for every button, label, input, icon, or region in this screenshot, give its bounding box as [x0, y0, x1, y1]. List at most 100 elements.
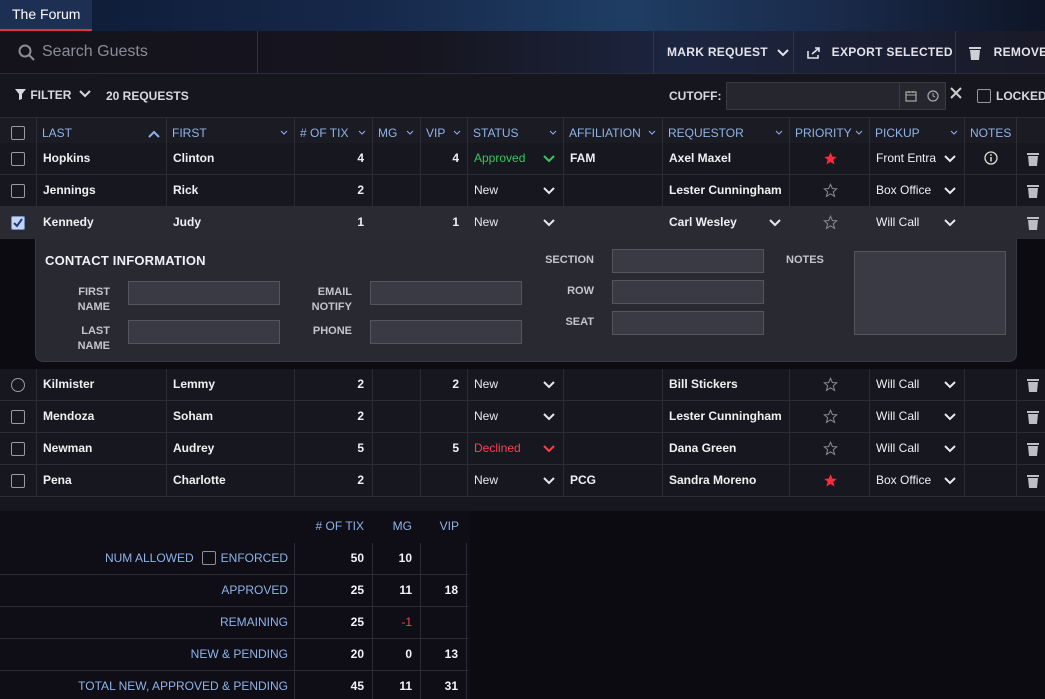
cell-affiliation[interactable]: [563, 433, 662, 464]
seat-field[interactable]: [612, 311, 764, 335]
cell-notes[interactable]: [964, 143, 1016, 174]
cell-notes[interactable]: [964, 465, 1016, 496]
cell-affiliation[interactable]: [563, 401, 662, 432]
cell-pickup[interactable]: Will Call: [869, 433, 964, 464]
cell-requestor[interactable]: Carl Wesley: [662, 207, 789, 238]
trash-icon[interactable]: [1026, 377, 1040, 393]
row-checkbox[interactable]: [11, 410, 25, 424]
cell-requestor[interactable]: Dana Green: [662, 433, 789, 464]
search-input[interactable]: [42, 39, 242, 65]
cell-requestor[interactable]: Bill Stickers: [662, 369, 789, 400]
cell-status[interactable]: New: [467, 369, 563, 400]
cell-first[interactable]: Rick: [166, 175, 294, 206]
priority-star-filled-icon[interactable]: [823, 473, 838, 488]
cell-actions[interactable]: [1016, 465, 1045, 496]
row-field[interactable]: [612, 280, 764, 304]
cell-affiliation[interactable]: [563, 369, 662, 400]
last-name-field[interactable]: [128, 320, 280, 344]
row-checkbox[interactable]: [11, 184, 25, 198]
clear-icon[interactable]: [950, 87, 962, 99]
cell-tix[interactable]: 5: [294, 433, 372, 464]
export-selected-button[interactable]: EXPORT SELECTED: [793, 31, 955, 74]
cell-affiliation[interactable]: FAM: [563, 143, 662, 174]
cell-tix[interactable]: 2: [294, 175, 372, 206]
cell-pickup[interactable]: Will Call: [869, 207, 964, 238]
cell-vip[interactable]: [420, 401, 467, 432]
priority-star-empty-icon[interactable]: [823, 409, 838, 424]
cell-requestor[interactable]: Lester Cunningham: [662, 175, 789, 206]
cell-pickup[interactable]: Box Office: [869, 175, 964, 206]
cell-notes[interactable]: [964, 433, 1016, 464]
trash-icon[interactable]: [1026, 183, 1040, 199]
cell-tix[interactable]: 2: [294, 465, 372, 496]
cell-actions[interactable]: [1016, 433, 1045, 464]
clock-icon[interactable]: [927, 90, 939, 102]
calendar-icon[interactable]: [905, 90, 917, 102]
cell-pickup[interactable]: Will Call: [869, 369, 964, 400]
cell-actions[interactable]: [1016, 401, 1045, 432]
enforced-checkbox[interactable]: [201, 550, 216, 565]
section-field[interactable]: [612, 249, 764, 273]
info-icon[interactable]: [984, 151, 998, 165]
cell-status[interactable]: Declined: [467, 433, 563, 464]
cell-status[interactable]: New: [467, 207, 563, 238]
cell-tix[interactable]: 2: [294, 401, 372, 432]
cell-actions[interactable]: [1016, 143, 1045, 174]
cell-actions[interactable]: [1016, 369, 1045, 400]
table-row[interactable]: Mendoza Soham 2 New Lester Cunningham Will Ca…: [0, 401, 1045, 433]
cell-tix[interactable]: 4: [294, 143, 372, 174]
cell-actions[interactable]: [1016, 175, 1045, 206]
cell-first[interactable]: Lemmy: [166, 369, 294, 400]
cell-priority[interactable]: [789, 207, 869, 238]
cell-vip[interactable]: 4: [420, 143, 467, 174]
priority-star-empty-icon[interactable]: [823, 215, 838, 230]
cell-vip[interactable]: [420, 465, 467, 496]
trash-icon[interactable]: [1026, 441, 1040, 457]
cell-status[interactable]: New: [467, 401, 563, 432]
cell-last[interactable]: Kennedy: [36, 207, 166, 238]
cell-priority[interactable]: [789, 433, 869, 464]
cell-last[interactable]: Newman: [36, 433, 166, 464]
cell-last[interactable]: Hopkins: [36, 143, 166, 174]
row-checkbox[interactable]: [11, 378, 25, 392]
table-row[interactable]: Kilmister Lemmy 2 2 New Bill Stickers Will Cal…: [0, 369, 1045, 401]
email-notify-field[interactable]: [370, 281, 522, 305]
cell-notes[interactable]: [964, 369, 1016, 400]
priority-star-empty-icon[interactable]: [823, 377, 838, 392]
cell-vip[interactable]: 2: [420, 369, 467, 400]
mark-request-button[interactable]: MARK REQUEST: [653, 31, 793, 74]
table-row[interactable]: Jennings Rick 2 New Lester Cunningham Box Off…: [0, 175, 1045, 207]
cell-last[interactable]: Jennings: [36, 175, 166, 206]
cell-affiliation[interactable]: [563, 175, 662, 206]
table-row[interactable]: Hopkins Clinton 4 4 Approved FAM Axel Maxel Fro…: [0, 143, 1045, 175]
trash-icon[interactable]: [1026, 409, 1040, 425]
cell-mg[interactable]: [372, 175, 420, 206]
cell-mg[interactable]: [372, 465, 420, 496]
cell-tix[interactable]: 1: [294, 207, 372, 238]
cell-priority[interactable]: [789, 465, 869, 496]
cell-priority[interactable]: [789, 143, 869, 174]
cell-status[interactable]: Approved: [467, 143, 563, 174]
cell-mg[interactable]: [372, 207, 420, 238]
cell-requestor[interactable]: Sandra Moreno: [662, 465, 789, 496]
cell-vip[interactable]: 1: [420, 207, 467, 238]
priority-star-empty-icon[interactable]: [823, 183, 838, 198]
notes-field[interactable]: [854, 251, 1006, 335]
cell-pickup[interactable]: Will Call: [869, 401, 964, 432]
trash-icon[interactable]: [1026, 215, 1040, 231]
table-row[interactable]: Pena Charlotte 2 New PCG Sandra Moreno Box Off…: [0, 465, 1045, 497]
cell-priority[interactable]: [789, 369, 869, 400]
trash-icon[interactable]: [1026, 151, 1040, 167]
phone-field[interactable]: [370, 320, 522, 344]
filter-button[interactable]: FILTER: [14, 88, 92, 102]
cell-mg[interactable]: [372, 401, 420, 432]
cell-notes[interactable]: [964, 175, 1016, 206]
cell-first[interactable]: Charlotte: [166, 465, 294, 496]
cell-affiliation[interactable]: [563, 207, 662, 238]
cell-vip[interactable]: [420, 175, 467, 206]
cell-first[interactable]: Audrey: [166, 433, 294, 464]
priority-star-empty-icon[interactable]: [823, 441, 838, 456]
row-checkbox[interactable]: [11, 216, 25, 230]
remove-button[interactable]: REMOVE: [955, 31, 1045, 74]
cell-vip[interactable]: 5: [420, 433, 467, 464]
